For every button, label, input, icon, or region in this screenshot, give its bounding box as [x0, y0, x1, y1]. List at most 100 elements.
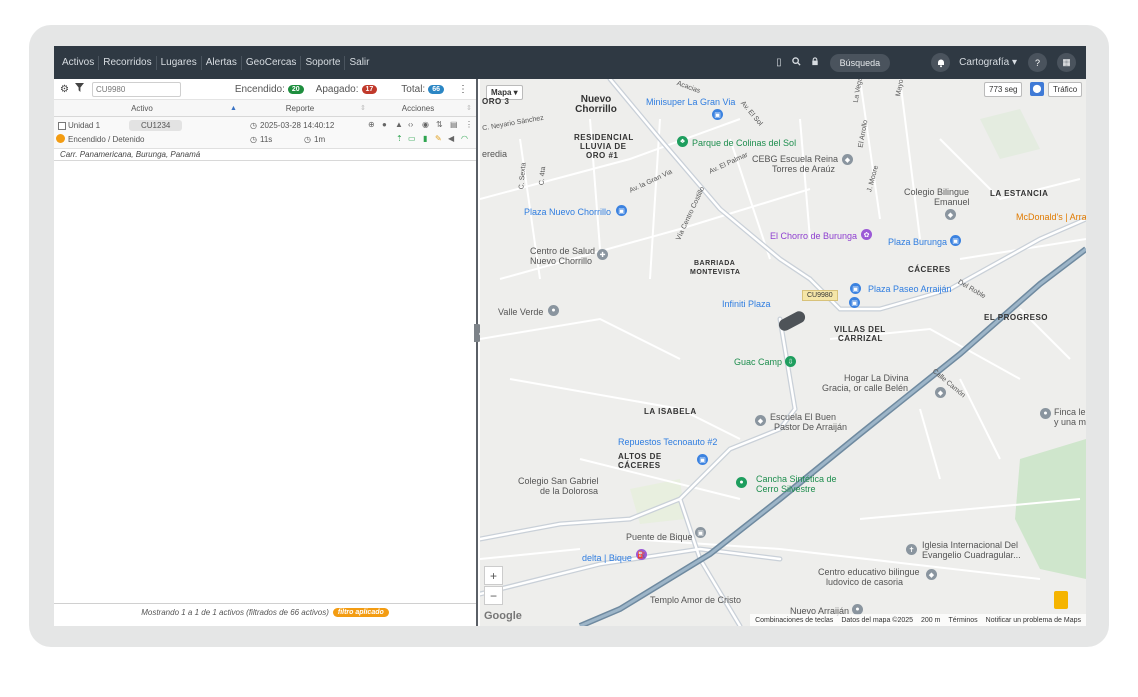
- search-button[interactable]: Búsqueda: [829, 53, 891, 72]
- sort-arrows-icon[interactable]: ⇅: [436, 120, 443, 129]
- nav-activos[interactable]: Activos: [58, 56, 98, 70]
- place-pin-icon[interactable]: ●: [548, 305, 559, 316]
- attraction-pin-icon[interactable]: ✿: [861, 229, 872, 240]
- report-datetime: 2025-03-28 14:40:12: [260, 121, 335, 130]
- sort-asc-icon[interactable]: ▲: [230, 105, 240, 112]
- warning-icon[interactable]: ▲: [395, 120, 403, 129]
- map-view[interactable]: Mapa ▾ 773 seg ⬤ Tráfico + − Google CU99…: [480, 79, 1086, 626]
- search-icon[interactable]: [791, 56, 801, 69]
- map-label: Guac Camp: [734, 357, 783, 367]
- chat-icon[interactable]: ▤: [450, 120, 458, 129]
- vehicle-label: CU9980: [802, 290, 838, 301]
- mobile-icon[interactable]: ▯: [776, 57, 782, 68]
- park-pin-icon[interactable]: ♣: [677, 136, 688, 147]
- asset-stats: Encendido: 20 Apagado: 17 Total: 66 ⋮: [227, 84, 476, 95]
- asset-row[interactable]: Unidad 1 CU1234 Encendido / Detenido ◷ 2…: [54, 117, 476, 149]
- bus-pin-icon[interactable]: ▣: [695, 527, 706, 538]
- zoom-out-button[interactable]: −: [484, 586, 503, 605]
- place-pin-icon[interactable]: ●: [1040, 408, 1051, 419]
- school-pin-icon[interactable]: ◆: [945, 209, 956, 220]
- shopping-pin-icon[interactable]: ▣: [697, 454, 708, 465]
- nav-alertas[interactable]: Alertas: [200, 55, 241, 70]
- shopping-pin-icon[interactable]: ▣: [849, 297, 860, 308]
- map-label: Nuevo Chorrillo: [575, 94, 617, 115]
- gauge-icon: ◠: [461, 134, 468, 143]
- map-label: Colegio San Gabriel: [518, 476, 599, 486]
- apps-grid-icon[interactable]: ▦: [1057, 53, 1076, 72]
- bell-icon[interactable]: [931, 53, 951, 72]
- gas-pin-icon[interactable]: ⛽: [636, 549, 647, 560]
- cartography-dropdown[interactable]: Cartografía ▾: [959, 57, 1017, 68]
- nav-soporte[interactable]: Soporte: [300, 55, 344, 70]
- church-pin-icon[interactable]: ✝: [906, 544, 917, 555]
- shopping-pin-icon[interactable]: ▣: [950, 235, 961, 246]
- col-activo[interactable]: Activo: [54, 104, 230, 113]
- nav-geocercas[interactable]: GeoCercas: [240, 55, 301, 70]
- status-text: Encendido / Detenido: [68, 135, 145, 144]
- traffic-button[interactable]: Tráfico: [1048, 82, 1083, 97]
- school-pin-icon[interactable]: ◆: [842, 154, 853, 165]
- street-view-pegman-icon[interactable]: [1054, 591, 1068, 609]
- nav-lugares[interactable]: Lugares: [155, 55, 201, 70]
- filter-applied-badge[interactable]: filtro aplicado: [332, 607, 389, 617]
- report-problem-link[interactable]: Notificar un problema de Maps: [986, 617, 1081, 624]
- park-pin-icon[interactable]: ⇩: [785, 356, 796, 367]
- locate-icon[interactable]: ⊕: [368, 120, 375, 129]
- gear-icon[interactable]: ⚙: [60, 84, 69, 95]
- map-label: McDonald's | Arra: [1016, 212, 1086, 222]
- map-label: Iglesia Internacional Del: [922, 540, 1019, 550]
- map-label: Gracia, or calle Belén: [822, 383, 909, 393]
- key-icon: [56, 134, 65, 143]
- shopping-pin-icon[interactable]: ▣: [616, 205, 627, 216]
- clock-icon: ◷: [304, 135, 311, 144]
- map-label: Minisuper La Gran Via: [646, 97, 736, 107]
- asset-search-input[interactable]: CU9980: [91, 81, 181, 97]
- map-label: Pastor De Arraiján: [774, 422, 848, 432]
- off-count-badge: 17: [361, 84, 378, 94]
- zoom-in-button[interactable]: +: [484, 566, 503, 585]
- hospital-pin-icon[interactable]: ✚: [597, 249, 608, 260]
- lock-icon[interactable]: [811, 56, 819, 69]
- help-icon[interactable]: ?: [1028, 53, 1047, 72]
- battery-icon: ▭: [408, 134, 416, 143]
- terms-link[interactable]: Términos: [948, 617, 977, 624]
- map-label: CÁCERES: [908, 265, 951, 274]
- location-pin-button[interactable]: ⬤: [1030, 82, 1044, 96]
- power-icon: ▮: [423, 134, 428, 143]
- off-label: Apagado:: [315, 83, 359, 95]
- info-icon[interactable]: ●: [382, 120, 387, 129]
- map-label: Cancha Sintética de: [756, 474, 837, 484]
- map-label: CEBG Escuela Reina: [752, 154, 839, 164]
- school-pin-icon[interactable]: ◆: [926, 569, 937, 580]
- app-window: Activos Recorridos Lugares Alertas GeoCe…: [54, 46, 1086, 626]
- map-label: LA ESTANCIA: [990, 189, 1049, 198]
- keyboard-shortcuts-link[interactable]: Combinaciones de teclas: [755, 617, 833, 624]
- map-label: Torres de Araúz: [772, 164, 836, 174]
- shopping-pin-icon[interactable]: ▣: [850, 283, 861, 294]
- school-pin-icon[interactable]: ◆: [935, 387, 946, 398]
- col-acciones-label: Acciones: [401, 103, 435, 113]
- sort-icon[interactable]: ⇕: [466, 104, 476, 112]
- more-vertical-icon[interactable]: ⋮: [458, 84, 468, 95]
- scale-bar[interactable]: 200 m: [921, 617, 940, 624]
- map-label: Puente de Bique: [626, 532, 693, 542]
- map-label: Cerro Silvestre: [756, 484, 816, 494]
- on-count-badge: 20: [287, 84, 304, 94]
- park-pin-icon[interactable]: ●: [736, 477, 747, 488]
- more-vertical-icon[interactable]: ⋮: [465, 120, 473, 129]
- top-nav: Activos Recorridos Lugares Alertas GeoCe…: [54, 46, 1086, 79]
- map-label: EL PROGRESO: [984, 313, 1049, 322]
- nav-salir[interactable]: Salir: [344, 55, 373, 70]
- code-icon[interactable]: ‹›: [408, 120, 413, 129]
- filter-icon[interactable]: [74, 83, 84, 95]
- shopping-pin-icon[interactable]: ▣: [712, 109, 723, 120]
- row-checkbox[interactable]: [58, 122, 66, 130]
- map-label: El Chorro de Burunga: [770, 231, 858, 241]
- nav-recorridos[interactable]: Recorridos: [98, 55, 155, 70]
- sort-icon[interactable]: ⇕: [360, 104, 370, 112]
- col-reporte[interactable]: Reporte: [240, 104, 360, 113]
- eye-icon[interactable]: ◉: [422, 120, 429, 129]
- on-label: Encendido:: [234, 83, 285, 95]
- plate-badge: CU1234: [129, 120, 183, 131]
- school-pin-icon[interactable]: ◆: [755, 415, 766, 426]
